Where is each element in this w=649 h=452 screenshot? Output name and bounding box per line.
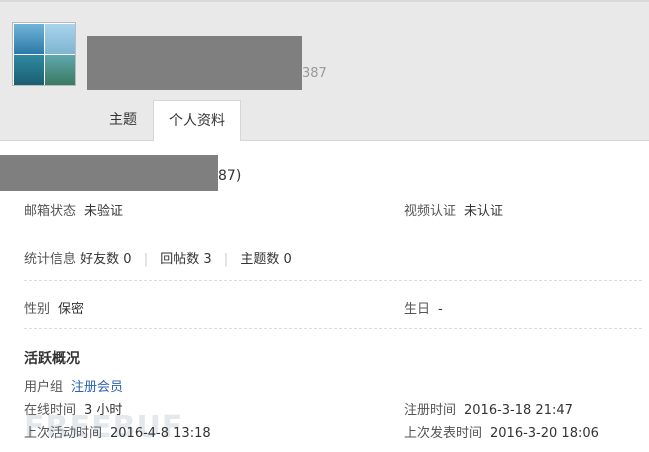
user-group-link[interactable]: 注册会员 xyxy=(71,380,123,395)
last-active-value: 2016-4-8 13:18 xyxy=(110,426,211,441)
user-group-label: 用户组 xyxy=(24,380,64,395)
avatar[interactable] xyxy=(12,22,76,86)
replies-count-link[interactable]: 回帖数 3 xyxy=(160,252,211,267)
user-group-row: 用户组 注册会员 xyxy=(24,376,123,395)
avatar-tile xyxy=(14,55,44,85)
threads-count-link[interactable]: 主题数 0 xyxy=(240,252,291,267)
last-active-label: 上次活动时间 xyxy=(24,426,103,441)
header-top-border xyxy=(0,0,649,2)
last-post-row: 上次发表时间 2016-3-20 18:06 xyxy=(404,422,599,441)
stats-separator: | xyxy=(223,252,229,267)
gender-row: 性别 保密 xyxy=(24,298,84,317)
uid-suffix: 387 xyxy=(302,66,327,81)
avatar-tile xyxy=(45,55,75,85)
avatar-tile xyxy=(14,24,44,54)
friends-count-link[interactable]: 好友数 0 xyxy=(80,252,131,267)
online-time-row: 在线时间 3 小时 xyxy=(24,399,122,418)
video-auth-label: 视频认证 xyxy=(404,204,457,219)
online-time-label: 在线时间 xyxy=(24,403,77,418)
email-status-row: 邮箱状态 未验证 xyxy=(24,200,123,219)
register-time-label: 注册时间 xyxy=(404,403,457,418)
last-post-label: 上次发表时间 xyxy=(404,426,483,441)
stats-row: 统计信息 好友数 0 | 回帖数 3 | 主题数 0 xyxy=(24,248,292,267)
gender-label: 性别 xyxy=(24,302,51,317)
stats-label: 统计信息 xyxy=(24,252,77,267)
birthday-label: 生日 xyxy=(404,302,431,317)
stats-separator: | xyxy=(143,252,149,267)
profile-header: 387 主题 个人资料 xyxy=(0,0,649,141)
redacted-user-id xyxy=(0,155,218,191)
register-time-value: 2016-3-18 21:47 xyxy=(464,403,573,418)
online-time-value: 3 小时 xyxy=(84,403,123,418)
tab-profile[interactable]: 个人资料 xyxy=(153,100,241,141)
tab-threads[interactable]: 主题 xyxy=(96,100,150,140)
last-active-row: 上次活动时间 2016-4-8 13:18 xyxy=(24,422,211,441)
last-post-value: 2016-3-20 18:06 xyxy=(490,426,599,441)
divider xyxy=(24,328,642,329)
email-status-label: 邮箱状态 xyxy=(24,204,77,219)
birthday-value: - xyxy=(438,302,443,317)
video-auth-value: 未认证 xyxy=(464,204,504,219)
gender-value: 保密 xyxy=(58,302,85,317)
email-status-value: 未验证 xyxy=(84,204,124,219)
birthday-row: 生日 - xyxy=(404,298,443,317)
redacted-username xyxy=(87,36,302,90)
user-id-tail: 87) xyxy=(218,168,242,184)
register-time-row: 注册时间 2016-3-18 21:47 xyxy=(404,399,573,418)
video-auth-row: 视频认证 未认证 xyxy=(404,200,503,219)
divider xyxy=(24,280,642,281)
avatar-tile xyxy=(45,24,75,54)
activity-section-title: 活跃概况 xyxy=(24,351,80,367)
